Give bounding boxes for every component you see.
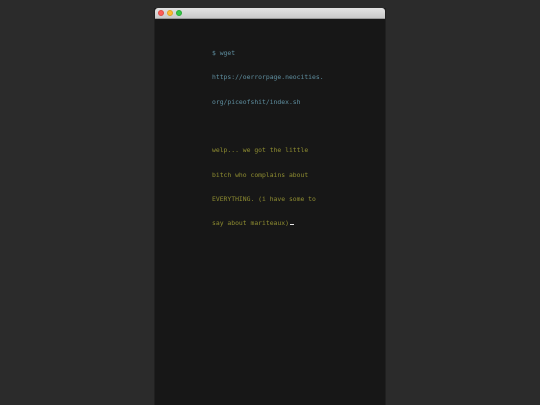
window-titlebar[interactable] [155,8,385,19]
command-line: $ wget [212,49,236,58]
command-line: https://oerrorpage.neocities. [212,73,324,82]
terminal-output[interactable]: $ wget https://oerrorpage.neocities. org… [212,33,382,243]
text-cursor [289,224,294,226]
output-line: EVERYTHING. (i have some to [212,194,316,203]
zoom-button[interactable] [176,10,182,16]
output-line: bitch who complains about [212,170,309,179]
terminal-window: $ wget https://oerrorpage.neocities. org… [154,8,386,405]
output-line: welp... we got the little [212,146,309,155]
output-line-last: say about mariteaux) [212,219,382,227]
minimize-button[interactable] [167,10,173,16]
close-button[interactable] [158,10,164,16]
window-controls [158,10,182,16]
command-line: org/piceofshit/index.sh [212,97,301,106]
output-line-text: say about mariteaux) [212,219,289,228]
